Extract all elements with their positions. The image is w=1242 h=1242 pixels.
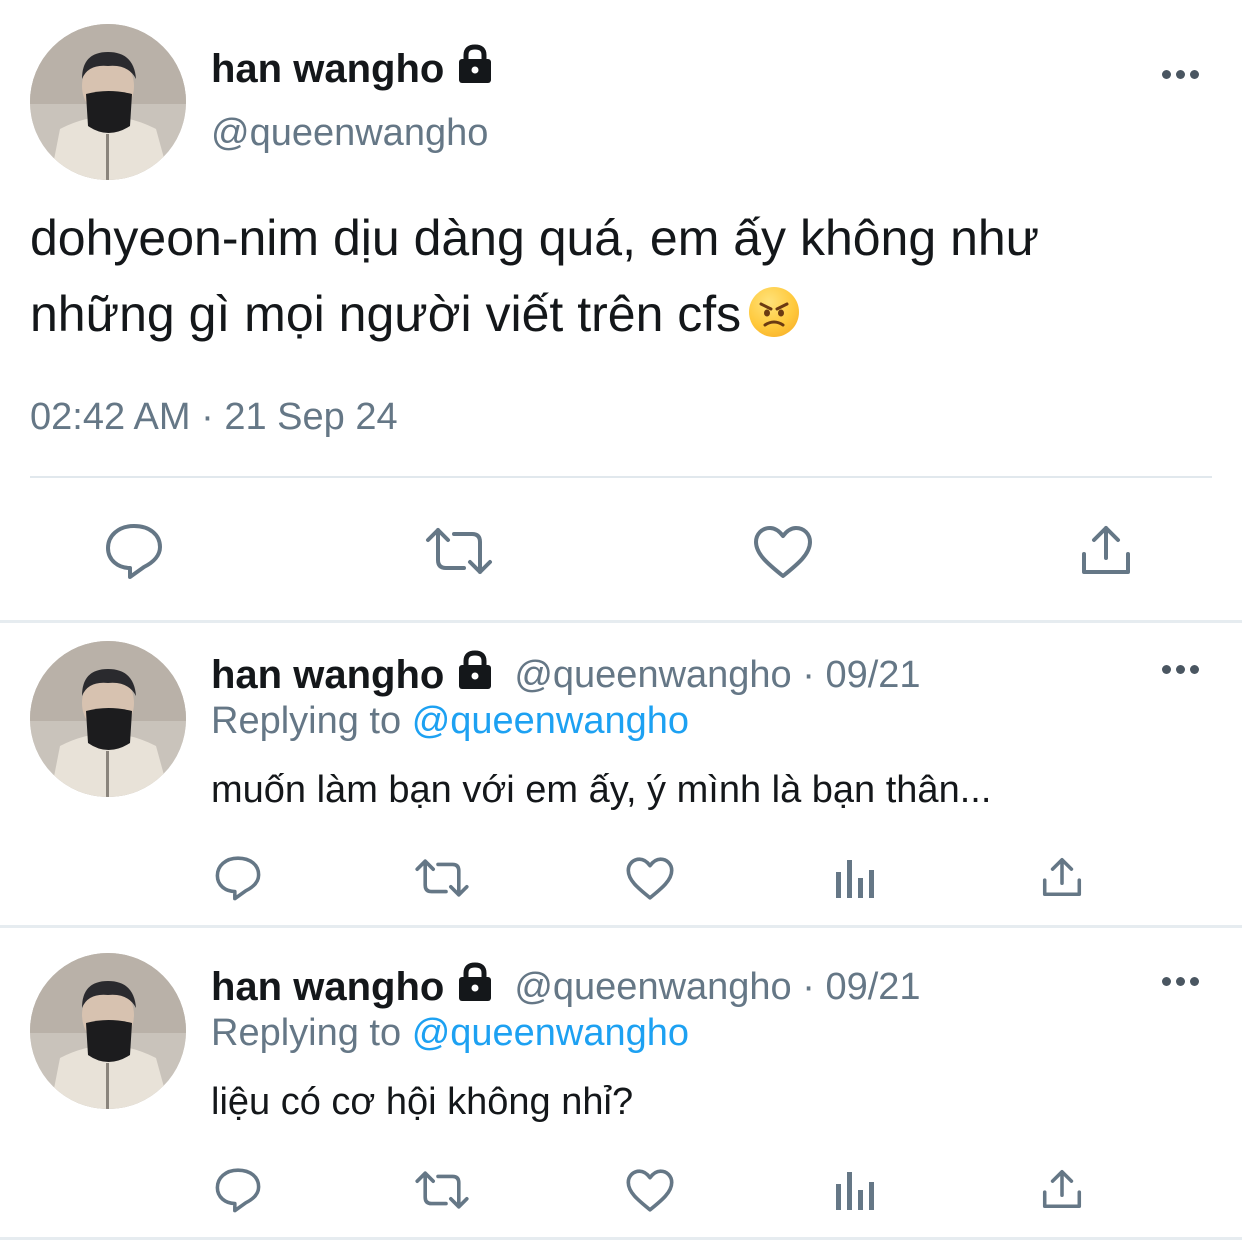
tweet-text-line-2: những gì mọi người viết trên cfs	[30, 276, 1039, 352]
replying-to-prefix: Replying to	[211, 700, 402, 742]
section-divider	[0, 620, 1242, 623]
reply-icon[interactable]	[104, 522, 164, 580]
replying-to-prefix: Replying to	[211, 1012, 402, 1054]
analytics-icon[interactable]	[834, 858, 878, 900]
divider	[30, 476, 1212, 478]
avatar[interactable]	[30, 641, 186, 797]
angry-face-icon	[749, 287, 800, 337]
reply-icon[interactable]	[214, 1167, 262, 1213]
section-divider	[0, 925, 1242, 928]
lock-icon	[454, 962, 496, 1012]
retweet-icon[interactable]	[414, 858, 470, 898]
retweet-icon[interactable]	[424, 526, 494, 576]
timestamp[interactable]: 02:42 AM · 21 Sep 24	[30, 396, 398, 439]
retweet-icon[interactable]	[414, 1170, 470, 1210]
tweet-text: dohyeon-nim dịu dàng quá, em ấy không nh…	[30, 200, 1039, 352]
section-divider	[0, 1237, 1242, 1240]
more-options-icon[interactable]	[1162, 70, 1199, 79]
tweet-text-line-2-text: những gì mọi người viết trên cfs	[30, 286, 742, 342]
reply-text: muốn làm bạn với em ấy, ý mình là bạn th…	[211, 769, 992, 811]
avatar[interactable]	[30, 24, 186, 180]
handle-date[interactable]: @queenwangho · 09/21	[514, 654, 920, 697]
avatar[interactable]	[30, 953, 186, 1109]
display-name-text[interactable]: han wangho	[211, 47, 444, 92]
like-icon[interactable]	[752, 524, 814, 580]
handle[interactable]: @queenwangho	[211, 112, 488, 155]
like-icon[interactable]	[625, 1168, 675, 1213]
tweet-text-line-1: dohyeon-nim dịu dàng quá, em ấy không nh…	[30, 210, 1040, 266]
share-icon[interactable]	[1040, 855, 1084, 899]
replying-to: Replying to @queenwangho	[211, 700, 689, 743]
reply-header: han wangho @queenwangho · 09/21	[211, 650, 921, 700]
share-icon[interactable]	[1078, 522, 1134, 578]
display-name-text[interactable]: han wangho	[211, 965, 444, 1010]
share-icon[interactable]	[1040, 1167, 1084, 1211]
analytics-icon[interactable]	[834, 1170, 878, 1212]
more-options-icon[interactable]	[1162, 665, 1199, 674]
lock-icon	[454, 650, 496, 700]
reply-text: liệu có cơ hội không nhỉ?	[211, 1081, 634, 1123]
more-options-icon[interactable]	[1162, 977, 1199, 986]
reply-header: han wangho @queenwangho · 09/21	[211, 962, 921, 1012]
replying-to-mention[interactable]: @queenwangho	[412, 700, 689, 742]
handle-date[interactable]: @queenwangho · 09/21	[514, 966, 920, 1009]
lock-icon	[454, 44, 496, 94]
replying-to-mention[interactable]: @queenwangho	[412, 1012, 689, 1054]
replying-to: Replying to @queenwangho	[211, 1012, 689, 1055]
display-name[interactable]: han wangho	[211, 44, 496, 94]
reply-icon[interactable]	[214, 855, 262, 901]
like-icon[interactable]	[625, 856, 675, 901]
display-name-text[interactable]: han wangho	[211, 653, 444, 698]
